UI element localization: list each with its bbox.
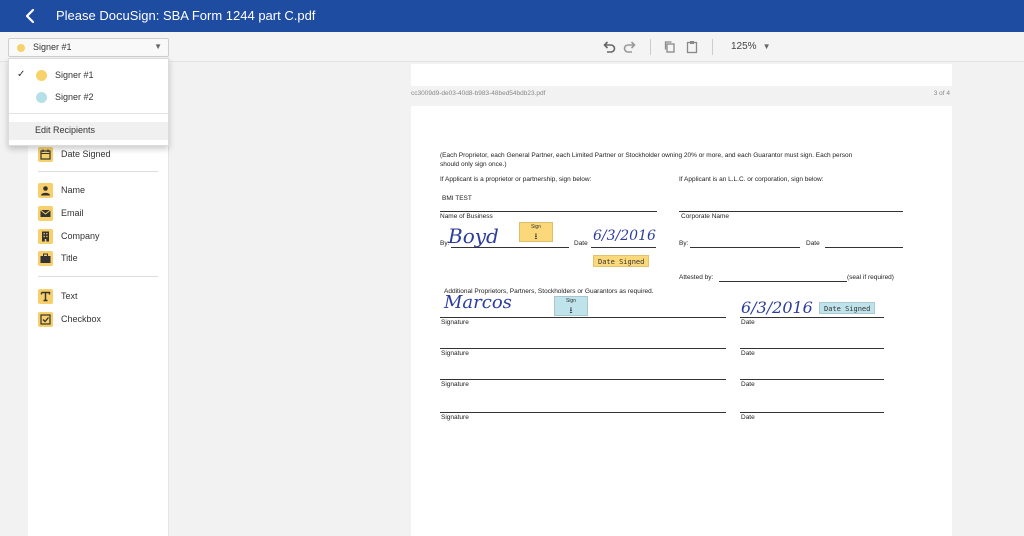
signature-1-handwriting: Boyd (448, 224, 499, 248)
back-arrow-icon[interactable] (22, 7, 40, 25)
checkbox-icon (38, 311, 53, 327)
person-icon (38, 182, 53, 198)
tool-label: Email (61, 208, 84, 218)
sign-field-signer-1[interactable]: Sign ⭳ (519, 222, 553, 242)
zoom-select[interactable]: 125% ▼ (731, 41, 771, 52)
date-1-handwriting: 6/3/2016 (593, 228, 656, 244)
intro-text: (Each Proprietor, each General Partner, … (440, 152, 853, 159)
signer-select[interactable]: Signer #1 ▼ (8, 38, 169, 57)
sidebar-divider (38, 171, 158, 172)
check-icon: ✓ (17, 69, 26, 80)
download-arrow-icon: ⭳ (534, 231, 538, 241)
rule (740, 412, 884, 413)
signer-option-1[interactable]: ✓ Signer #1 (9, 65, 168, 85)
tool-label: Name (61, 185, 86, 195)
tool-label: Checkbox (61, 314, 102, 324)
tool-checkbox[interactable]: Checkbox (38, 311, 101, 327)
date-label: Date (741, 414, 755, 421)
rule (440, 348, 726, 349)
date-label: Date (574, 240, 588, 247)
document-title: Please DocuSign: SBA Form 1244 part C.pd… (56, 8, 316, 23)
date-label: Date (741, 350, 755, 357)
signer-option-label: Signer #2 (55, 92, 94, 102)
rule (440, 412, 726, 413)
tool-email[interactable]: Email (38, 205, 84, 221)
rule (440, 317, 726, 318)
date-2-handwriting: 6/3/2016 (741, 298, 813, 317)
left-heading: If Applicant is a proprietor or partners… (440, 176, 592, 183)
date-signed-field-signer-2[interactable]: Date Signed (819, 302, 876, 314)
signer-select-label: Signer #1 (33, 42, 72, 52)
signer-color-dot (36, 92, 47, 103)
date-signed-field-signer-1[interactable]: Date Signed (593, 255, 650, 267)
document-page: (Each Proprietor, each General Partner, … (411, 106, 952, 536)
tool-label: Title (61, 253, 78, 263)
attested-by-label: Attested by: (679, 274, 714, 281)
page-meta-bar: cc3009d9-de03-40d8-b983-48bed54bdb23.pdf… (411, 86, 952, 106)
briefcase-icon (38, 250, 53, 266)
menu-divider (9, 113, 168, 114)
rule (591, 247, 656, 248)
tool-date-signed[interactable]: Date Signed (38, 146, 111, 162)
tool-text[interactable]: Text (38, 288, 78, 304)
sidebar-divider (38, 276, 158, 277)
tool-title[interactable]: Title (38, 250, 78, 266)
undo-icon[interactable] (601, 39, 617, 55)
sign-field-signer-2[interactable]: Sign ⭳ (554, 296, 588, 316)
chevron-down-icon: ▼ (762, 42, 771, 51)
calendar-icon (38, 146, 53, 162)
building-icon (38, 228, 53, 244)
tool-label: Text (61, 291, 78, 301)
date-label: Date (806, 240, 820, 247)
signer-option-label: Signer #1 (55, 70, 94, 80)
right-heading: If Applicant is an L.L.C. or corporation… (679, 176, 824, 183)
intro-text-2: should only sign once.) (440, 161, 507, 168)
page-number: 3 of 4 (933, 90, 950, 97)
name-of-business-label: Name of Business (440, 213, 493, 220)
tool-label: Company (61, 231, 100, 241)
tool-name[interactable]: Name (38, 182, 85, 198)
signature-label: Signature (441, 350, 469, 357)
top-bar: Please DocuSign: SBA Form 1244 part C.pd… (0, 0, 1024, 32)
signature-label: Signature (441, 319, 469, 326)
rule (740, 348, 884, 349)
previous-page-bottom (411, 64, 952, 86)
rule (440, 379, 726, 380)
corporate-name-label: Corporate Name (681, 213, 730, 220)
signer-option-2[interactable]: Signer #2 (9, 87, 168, 107)
toolbar-divider (712, 39, 713, 55)
signer-dropdown-menu: ✓ Signer #1 Signer #2 Edit Recipients (8, 58, 169, 146)
tool-company[interactable]: Company (38, 228, 100, 244)
paste-icon[interactable] (684, 39, 700, 55)
page-filename: cc3009d9-de03-40d8-b983-48bed54bdb23.pdf (411, 90, 546, 97)
signer-color-dot (17, 44, 25, 52)
rule (825, 247, 903, 248)
date-label: Date (741, 381, 755, 388)
edit-recipients-button[interactable]: Edit Recipients (9, 122, 168, 140)
by-label: By: (679, 240, 689, 247)
signature-label: Signature (441, 381, 469, 388)
tool-label: Date Signed (61, 149, 111, 159)
signature-label: Signature (441, 414, 469, 421)
rule (690, 247, 800, 248)
rule (440, 211, 657, 212)
text-icon (38, 288, 53, 304)
date-label: Date (741, 319, 755, 326)
signature-2-handwriting: Marcos (444, 292, 512, 313)
rule (740, 379, 884, 380)
rule (679, 211, 903, 212)
signer-color-dot (36, 70, 47, 81)
envelope-icon (38, 205, 53, 221)
rule (740, 317, 884, 318)
redo-icon[interactable] (622, 39, 638, 55)
zoom-value: 125% (731, 41, 757, 52)
edit-recipients-label: Edit Recipients (35, 125, 96, 135)
chevron-down-icon: ▼ (154, 42, 162, 51)
seal-label: (seal if required) (847, 274, 894, 281)
toolbar-divider (650, 39, 651, 55)
copy-icon[interactable] (662, 39, 678, 55)
rule (719, 281, 847, 282)
business-name-value: BMI TEST (442, 195, 472, 202)
